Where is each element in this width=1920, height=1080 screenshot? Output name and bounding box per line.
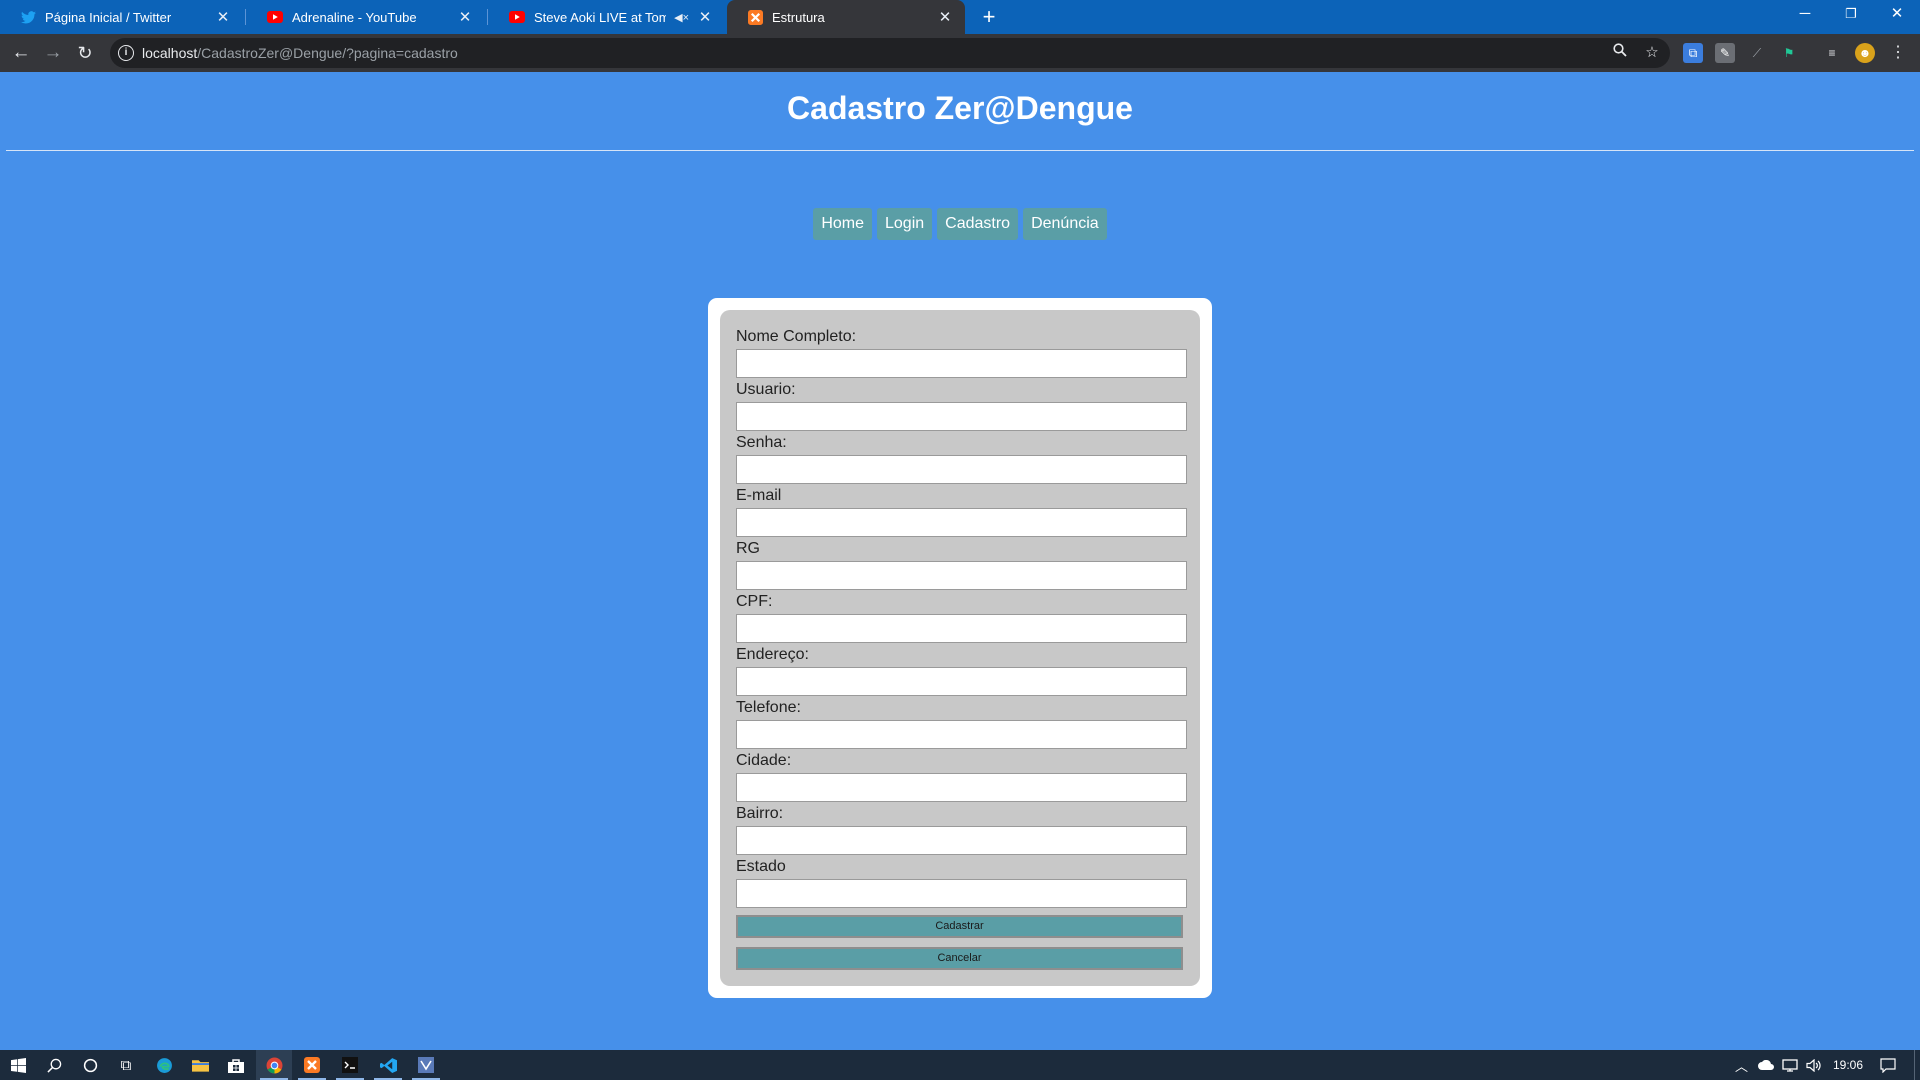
close-icon[interactable]: ✕: [215, 8, 231, 26]
divider: [6, 150, 1914, 151]
telefone-input[interactable]: [736, 720, 1187, 749]
cidade-input[interactable]: [736, 773, 1187, 802]
windows-taskbar: ⧉ ︿ 19:06: [0, 1050, 1920, 1080]
cpf-input[interactable]: [736, 614, 1187, 643]
terminal-icon[interactable]: [332, 1050, 368, 1080]
kebab-menu-icon[interactable]: ⋮: [1888, 43, 1908, 63]
tab-title: Adrenaline - YouTube: [292, 9, 417, 25]
extension-icon[interactable]: ⟋: [1747, 43, 1767, 63]
tab-title: Estrutura: [772, 9, 825, 25]
forward-icon[interactable]: →: [41, 41, 65, 65]
estado-input[interactable]: [736, 879, 1187, 908]
form-card: Nome Completo: Usuario: Senha: E-mail RG…: [708, 298, 1212, 998]
zoom-icon[interactable]: [1610, 43, 1630, 63]
chrome-icon[interactable]: [256, 1050, 292, 1080]
app-icon[interactable]: [408, 1050, 444, 1080]
notifications-icon[interactable]: [1880, 1050, 1896, 1080]
close-icon[interactable]: ✕: [937, 8, 953, 26]
nome-completo-input[interactable]: [736, 349, 1187, 378]
cancelar-button[interactable]: Cancelar: [736, 947, 1183, 970]
label-rg: RG: [736, 540, 760, 557]
network-icon[interactable]: [1782, 1050, 1798, 1080]
address-bar[interactable]: i localhost/CadastroZer@Dengue/?pagina=c…: [110, 38, 1670, 68]
tab-youtube-adrenaline[interactable]: Adrenaline - YouTube ✕: [247, 0, 485, 34]
endereco-input[interactable]: [736, 667, 1187, 696]
label-email: E-mail: [736, 487, 782, 504]
main-navigation: Home Login Cadastro Denúncia: [0, 208, 1920, 240]
clock[interactable]: 19:06: [1833, 1050, 1863, 1080]
task-view-icon[interactable]: ⧉: [108, 1050, 144, 1080]
tab-twitter[interactable]: Página Inicial / Twitter ✕: [0, 0, 243, 34]
edge-icon[interactable]: [146, 1050, 182, 1080]
browser-toolbar: ← → ↻ i localhost/CadastroZer@Dengue/?pa…: [0, 34, 1920, 72]
page-title: Cadastro Zer@Dengue: [787, 90, 1133, 126]
vscode-icon[interactable]: [370, 1050, 406, 1080]
label-senha: Senha:: [736, 434, 787, 451]
cortana-icon[interactable]: [72, 1050, 108, 1080]
search-icon[interactable]: [36, 1050, 72, 1080]
rg-input[interactable]: [736, 561, 1187, 590]
nav-link-denuncia[interactable]: Denúncia: [1023, 208, 1107, 240]
youtube-icon: [267, 9, 283, 25]
nav-link-login[interactable]: Login: [877, 208, 933, 240]
mute-icon[interactable]: ◀×: [674, 11, 689, 24]
restore-icon[interactable]: ❐: [1828, 0, 1874, 30]
label-nome-completo: Nome Completo:: [736, 328, 857, 345]
close-icon[interactable]: ✕: [697, 8, 713, 26]
label-cpf: CPF:: [736, 593, 773, 610]
file-explorer-icon[interactable]: [182, 1050, 218, 1080]
cadastrar-button[interactable]: Cadastrar: [736, 915, 1183, 938]
tab-title: Steve Aoki LIVE at Tomorrow: [534, 9, 667, 25]
browser-tab-bar: Página Inicial / Twitter ✕ Adrenaline - …: [0, 0, 1920, 34]
store-icon[interactable]: [218, 1050, 254, 1080]
volume-icon[interactable]: [1806, 1050, 1822, 1080]
page-content: Cadastro Zer@Dengue Home Login Cadastro …: [0, 72, 1920, 1050]
chevron-up-icon[interactable]: ︿: [1735, 1050, 1748, 1080]
xampp-icon: [747, 9, 763, 25]
label-usuario: Usuario:: [736, 381, 796, 398]
media-controls-icon[interactable]: ≡: [1822, 43, 1842, 63]
reload-icon[interactable]: ↻: [73, 41, 97, 65]
tab-separator: [245, 9, 246, 25]
back-icon[interactable]: ←: [9, 41, 33, 65]
tab-estrutura[interactable]: Estrutura ✕: [727, 0, 965, 34]
profile-avatar-icon[interactable]: ☻: [1855, 43, 1875, 63]
onedrive-icon[interactable]: [1758, 1050, 1774, 1080]
email-input[interactable]: [736, 508, 1187, 537]
label-cidade: Cidade:: [736, 752, 792, 769]
tab-youtube-steve-aoki[interactable]: Steve Aoki LIVE at Tomorrow ◀× ✕: [489, 0, 725, 34]
extension-icon[interactable]: ⚑: [1779, 43, 1799, 63]
tab-title: Página Inicial / Twitter: [45, 9, 172, 25]
usuario-input[interactable]: [736, 402, 1187, 431]
label-bairro: Bairro:: [736, 805, 784, 822]
bookmark-star-icon[interactable]: ☆: [1642, 43, 1662, 63]
extension-icon[interactable]: ⧉: [1683, 43, 1703, 63]
youtube-icon: [509, 9, 525, 25]
twitter-icon: [20, 9, 36, 25]
bairro-input[interactable]: [736, 826, 1187, 855]
registration-form: Nome Completo: Usuario: Senha: E-mail RG…: [720, 310, 1200, 986]
label-telefone: Telefone:: [736, 699, 801, 716]
label-endereco: Endereço:: [736, 646, 809, 663]
show-desktop-button[interactable]: [1914, 1050, 1915, 1080]
close-window-icon[interactable]: ✕: [1874, 0, 1920, 30]
label-estado: Estado: [736, 858, 786, 875]
extension-icon[interactable]: ✎: [1715, 43, 1735, 63]
senha-input[interactable]: [736, 455, 1187, 484]
tab-separator: [487, 9, 488, 25]
nav-link-home[interactable]: Home: [813, 208, 872, 240]
close-icon[interactable]: ✕: [457, 8, 473, 26]
nav-link-cadastro[interactable]: Cadastro: [937, 208, 1019, 240]
info-icon[interactable]: i: [118, 45, 134, 61]
minimize-icon[interactable]: ─: [1782, 0, 1828, 30]
plus-icon[interactable]: +: [976, 4, 1002, 30]
xampp-icon[interactable]: [294, 1050, 330, 1080]
windows-start-icon[interactable]: [0, 1050, 36, 1080]
url-text[interactable]: localhost/CadastroZer@Dengue/?pagina=cad…: [142, 45, 458, 61]
